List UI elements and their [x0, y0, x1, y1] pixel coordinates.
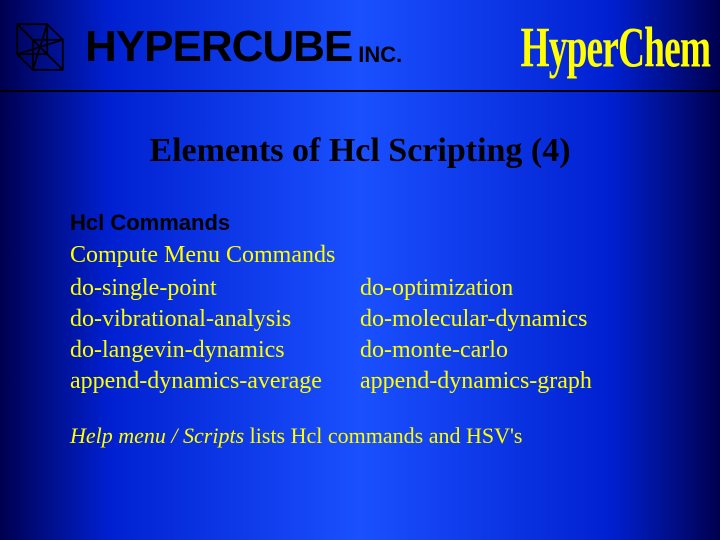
- command-row: do-vibrational-analysis do-molecular-dyn…: [70, 306, 650, 333]
- command-cell: do-langevin-dynamics: [70, 337, 360, 364]
- command-cell: do-molecular-dynamics: [360, 306, 650, 333]
- header-bar: HYPERCUBE INC. HyperChem: [0, 0, 720, 92]
- company-suffix: INC.: [358, 42, 402, 68]
- command-cell: append-dynamics-graph: [360, 368, 650, 395]
- subheading: Compute Menu Commands: [70, 242, 650, 269]
- command-cell: do-single-point: [70, 275, 360, 302]
- company-name: HYPERCUBE: [85, 22, 352, 72]
- command-cell: do-vibrational-analysis: [70, 306, 360, 333]
- footnote-rest: lists Hcl commands and HSV's: [244, 423, 522, 448]
- hypercube-logo-icon: [10, 17, 70, 77]
- command-row: do-single-point do-optimization: [70, 275, 650, 302]
- command-row: append-dynamics-average append-dynamics-…: [70, 368, 650, 395]
- command-cell: do-monte-carlo: [360, 337, 650, 364]
- product-name: HyperChem: [520, 14, 710, 80]
- command-row: do-langevin-dynamics do-monte-carlo: [70, 337, 650, 364]
- command-cell: do-optimization: [360, 275, 650, 302]
- footnote: Help menu / Scripts lists Hcl commands a…: [70, 423, 650, 449]
- command-cell: append-dynamics-average: [70, 368, 360, 395]
- slide-title: Elements of Hcl Scripting (4): [0, 132, 720, 170]
- section-heading: Hcl Commands: [70, 210, 650, 236]
- footnote-italic: Help menu / Scripts: [70, 423, 244, 448]
- content-area: Hcl Commands Compute Menu Commands do-si…: [0, 170, 720, 449]
